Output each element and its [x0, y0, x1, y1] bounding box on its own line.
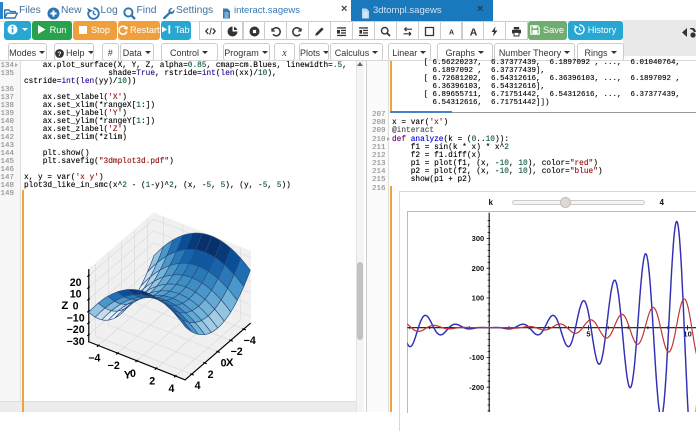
svg-text:-200: -200: [469, 383, 484, 392]
svg-text:-100: -100: [469, 353, 484, 362]
svg-text:100: 100: [472, 294, 485, 303]
svg-text:200: 200: [472, 264, 485, 273]
svg-text:5: 5: [586, 330, 590, 339]
svg-text:300: 300: [472, 234, 485, 243]
